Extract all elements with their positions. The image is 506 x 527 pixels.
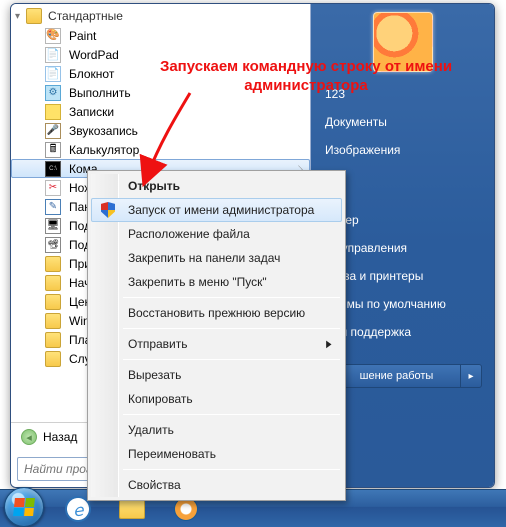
shutdown-more-button[interactable]: ▸ <box>460 364 482 388</box>
all-programs-label: Назад <box>43 430 77 444</box>
context-menu-item-label: Вырезать <box>128 368 181 382</box>
program-item-label: Калькулятор <box>69 143 139 157</box>
context-menu-item-label: Удалить <box>128 423 174 437</box>
folder-icon <box>45 313 61 329</box>
context-menu-separator <box>123 414 340 415</box>
context-menu-item-label: Переименовать <box>128 447 216 461</box>
context-menu-item-14[interactable]: Переименовать <box>91 442 342 466</box>
context-menu-item-1[interactable]: Запуск от имени администратора <box>91 198 342 222</box>
folder-icon <box>45 332 61 348</box>
context-menu-item-0[interactable]: Открыть <box>91 174 342 198</box>
notepad-icon <box>45 66 61 82</box>
program-list-header[interactable]: ▾ Стандартные <box>11 6 310 26</box>
sound-icon <box>45 123 61 139</box>
chevron-down-icon: ▾ <box>15 11 20 22</box>
context-menu: Открыть Запуск от имени администратора Рас… <box>87 170 346 501</box>
context-menu-item-label: Запуск от имени администратора <box>128 203 314 217</box>
proj-icon <box>45 237 61 253</box>
right-item-pictures[interactable]: Изображения <box>311 136 494 164</box>
tablet-icon <box>45 199 61 215</box>
context-menu-separator <box>123 297 340 298</box>
context-menu-item-4[interactable]: Закрепить в меню "Пуск" <box>91 270 342 294</box>
context-menu-item-16[interactable]: Свойства <box>91 473 342 497</box>
wordpad-icon <box>45 47 61 63</box>
context-menu-separator <box>123 469 340 470</box>
scissors-icon <box>45 180 61 196</box>
program-item-label: Звукозапись <box>69 124 138 138</box>
program-item-0[interactable]: Paint <box>11 26 310 45</box>
run-icon <box>45 85 61 101</box>
cmd-icon <box>45 161 61 177</box>
context-menu-item-8[interactable]: Отправить ▶ <box>91 332 342 356</box>
chevron-right-icon: ▶ <box>326 339 331 350</box>
right-item-documents[interactable]: Документы <box>311 108 494 136</box>
start-button[interactable] <box>4 487 44 527</box>
program-item-6[interactable]: Калькулятор <box>11 140 310 159</box>
context-menu-item-13[interactable]: Удалить <box>91 418 342 442</box>
context-menu-item-label: Закрепить в меню "Пуск" <box>128 275 267 289</box>
program-item-label: Выполнить <box>69 86 131 100</box>
context-menu-item-label: Открыть <box>128 179 180 193</box>
sticky-icon <box>45 104 61 120</box>
program-item-2[interactable]: Блокнот <box>11 64 310 83</box>
context-menu-item-11[interactable]: Копировать <box>91 387 342 411</box>
program-item-4[interactable]: Записки <box>11 102 310 121</box>
context-menu-item-3[interactable]: Закрепить на панели задач <box>91 246 342 270</box>
user-avatar[interactable] <box>373 12 433 72</box>
folder-icon <box>45 351 61 367</box>
context-menu-item-label: Закрепить на панели задач <box>128 251 280 265</box>
program-item-label: WordPad <box>69 48 119 62</box>
folder-icon <box>45 294 61 310</box>
context-menu-item-label: Отправить <box>128 337 188 351</box>
windows-logo-icon <box>13 498 35 516</box>
program-item-3[interactable]: Выполнить <box>11 83 310 102</box>
uac-shield-icon <box>101 202 115 218</box>
context-menu-item-label: Копировать <box>128 392 193 406</box>
context-menu-item-label: Расположение файла <box>128 227 250 241</box>
program-item-label: Блокнот <box>69 67 114 81</box>
context-menu-item-2[interactable]: Расположение файла <box>91 222 342 246</box>
context-menu-separator <box>123 328 340 329</box>
program-list-header-label: Стандартные <box>48 9 123 23</box>
context-menu-item-10[interactable]: Вырезать <box>91 363 342 387</box>
program-item-5[interactable]: Звукозапись <box>11 121 310 140</box>
context-menu-item-6[interactable]: Восстановить прежнюю версию <box>91 301 342 325</box>
folder-icon <box>26 8 42 24</box>
context-menu-separator <box>123 359 340 360</box>
shutdown-button[interactable]: шение работы <box>332 364 460 388</box>
folder-icon <box>45 275 61 291</box>
paint-icon <box>45 28 61 44</box>
program-item-label: Записки <box>69 105 114 119</box>
program-item-label: Paint <box>69 29 96 43</box>
right-item-user[interactable]: 123 <box>311 80 494 108</box>
user-avatar-wrap <box>311 10 494 80</box>
context-menu-item-label: Свойства <box>128 478 181 492</box>
folder-icon <box>45 256 61 272</box>
program-item-1[interactable]: WordPad <box>11 45 310 64</box>
shutdown-row: шение работы ▸ <box>332 364 482 388</box>
context-menu-item-label: Восстановить прежнюю версию <box>128 306 305 320</box>
rdp-icon <box>45 218 61 234</box>
calc-icon <box>45 142 61 158</box>
